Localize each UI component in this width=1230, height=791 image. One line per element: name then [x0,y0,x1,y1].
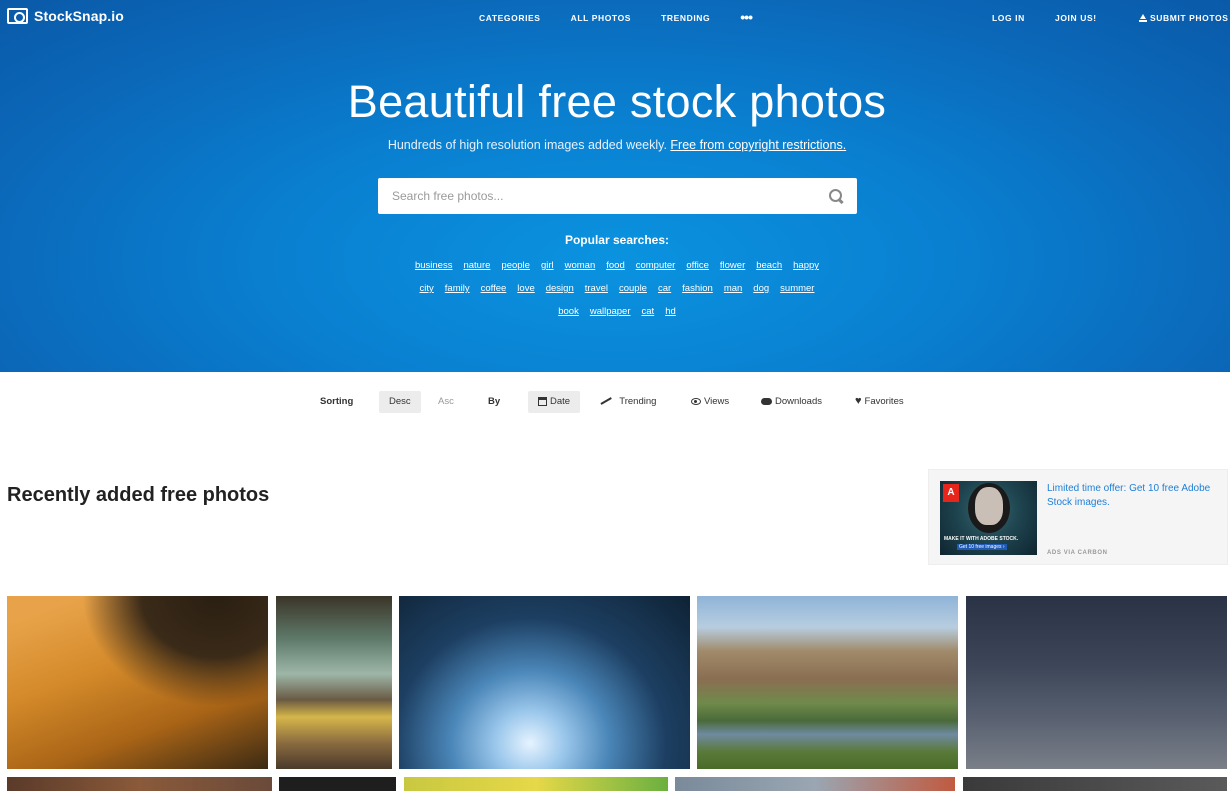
popular-tag[interactable]: flower [720,260,745,271]
sort-favorites-label: Favorites [864,396,904,407]
popular-tag[interactable]: happy [793,260,819,271]
ad-image-face [975,487,1003,525]
photo-dark-landscape[interactable] [963,777,1227,791]
search-icon[interactable] [829,189,843,203]
sort-views-button[interactable]: Views [681,391,739,413]
copyright-link[interactable]: Free from copyright restrictions. [670,138,846,152]
popular-tag[interactable]: fashion [682,283,713,294]
sort-trending-button[interactable]: Trending [590,391,666,413]
popular-tag[interactable]: woman [565,260,596,271]
main-menu: CATEGORIES ALL PHOTOS TRENDING ••• [479,10,753,24]
adobe-logo: A [943,484,959,502]
photo-canyon-river[interactable] [697,596,958,769]
popular-tag[interactable]: nature [463,260,490,271]
sort-views-label: Views [704,396,730,407]
sort-trending-label: Trending [619,396,657,407]
popular-tags-row-1: business nature people girl woman food compute… [0,260,1230,271]
popular-tag[interactable]: coffee [481,283,507,294]
sort-downloads-button[interactable]: Downloads [751,391,832,413]
calendar-icon [538,396,547,406]
popular-tag[interactable]: design [546,283,574,294]
sort-desc-button[interactable]: Desc [379,391,421,413]
popular-tag[interactable]: computer [636,260,676,271]
join-link[interactable]: JOIN US! [1055,13,1097,23]
sorting-bar: Sorting Desc Asc By Date Trending Views … [0,391,1230,413]
ad-image[interactable]: A MAKE IT WITH ADOBE STOCK. Get 10 free … [940,481,1037,555]
popular-tag[interactable]: summer [780,283,814,294]
popular-tag[interactable]: travel [585,283,608,294]
heart-icon: ♥ [855,395,862,408]
sort-downloads-label: Downloads [775,396,822,407]
photo-dark-portrait[interactable] [279,777,396,791]
hero-title: Beautiful free stock photos [347,76,887,127]
popular-tag[interactable]: man [724,283,742,294]
popular-tag[interactable]: car [658,283,671,294]
popular-tag[interactable]: city [420,283,434,294]
popular-tag[interactable]: couple [619,283,647,294]
trending-icon [600,397,611,405]
ad-image-tagline: MAKE IT WITH ADOBE STOCK. [944,536,1019,542]
sort-asc-button[interactable]: Asc [428,391,464,413]
popular-tag[interactable]: business [415,260,453,271]
photo-light-tunnel[interactable] [399,596,690,769]
ad-text[interactable]: Limited time offer: Get 10 free Adobe St… [1047,482,1217,510]
popular-tag[interactable]: wallpaper [590,306,631,317]
popular-tag[interactable]: people [501,260,530,271]
hero-banner: StockSnap.io CATEGORIES ALL PHOTOS TREND… [0,0,1230,372]
nav-trending[interactable]: TRENDING [661,13,710,23]
popular-tag[interactable]: girl [541,260,554,271]
submit-photos-button[interactable]: SUBMIT PHOTOS [1139,13,1228,23]
logo[interactable]: StockSnap.io [7,8,124,24]
logo-text: StockSnap.io [34,8,124,24]
nav-categories[interactable]: CATEGORIES [479,13,541,23]
sort-date-label: Date [550,396,571,407]
eye-icon [691,397,701,405]
popular-tags-row-2: city family coffee love design travel couple ca… [0,283,1230,294]
popular-tag[interactable]: family [445,283,470,294]
popular-tag[interactable]: food [606,260,625,271]
hero-subtitle-text: Hundreds of high resolution images added… [387,138,667,152]
popular-tag[interactable]: dog [753,283,769,294]
photo-night-sky[interactable] [966,596,1227,769]
popular-tag[interactable]: cat [642,306,655,317]
ad-image-cta: Get 10 free images › [957,544,1007,550]
search-input[interactable] [392,187,812,205]
popular-tag[interactable]: beach [756,260,782,271]
sort-date-button[interactable]: Date [528,391,581,413]
hero-subtitle: Hundreds of high resolution images added… [0,138,1230,152]
more-icon[interactable]: ••• [740,10,753,24]
photo-sunset-clouds[interactable] [7,777,272,791]
submit-photos-label: SUBMIT PHOTOS [1150,13,1229,23]
ads-via-carbon[interactable]: ADS VIA CARBON [1047,550,1108,556]
popular-tag[interactable]: hd [665,306,676,317]
upload-icon [1139,14,1147,22]
photo-grey-sky[interactable] [675,777,955,791]
section-title: Recently added free photos [7,484,270,506]
popular-tag[interactable]: book [558,306,579,317]
popular-tag[interactable]: love [517,283,534,294]
by-label: By [488,396,501,407]
search-box [378,178,857,214]
photo-yellow-green[interactable] [404,777,668,791]
popular-searches-title: Popular searches: [564,233,670,247]
login-link[interactable]: LOG IN [992,13,1025,23]
top-nav: StockSnap.io CATEGORIES ALL PHOTOS TREND… [0,0,1230,36]
carbon-ad[interactable]: A MAKE IT WITH ADOBE STOCK. Get 10 free … [928,469,1228,565]
popular-tags-row-3: book wallpaper cat hd [0,306,1230,317]
sort-favorites-button[interactable]: ♥ Favorites [845,391,914,413]
camera-icon [7,8,28,24]
cloud-download-icon [761,397,772,405]
photo-yellow-flower[interactable] [7,596,268,769]
nav-all-photos[interactable]: ALL PHOTOS [571,13,631,23]
popular-tag[interactable]: office [686,260,709,271]
sorting-label: Sorting [320,396,354,407]
photo-window-flowers[interactable] [276,596,392,769]
